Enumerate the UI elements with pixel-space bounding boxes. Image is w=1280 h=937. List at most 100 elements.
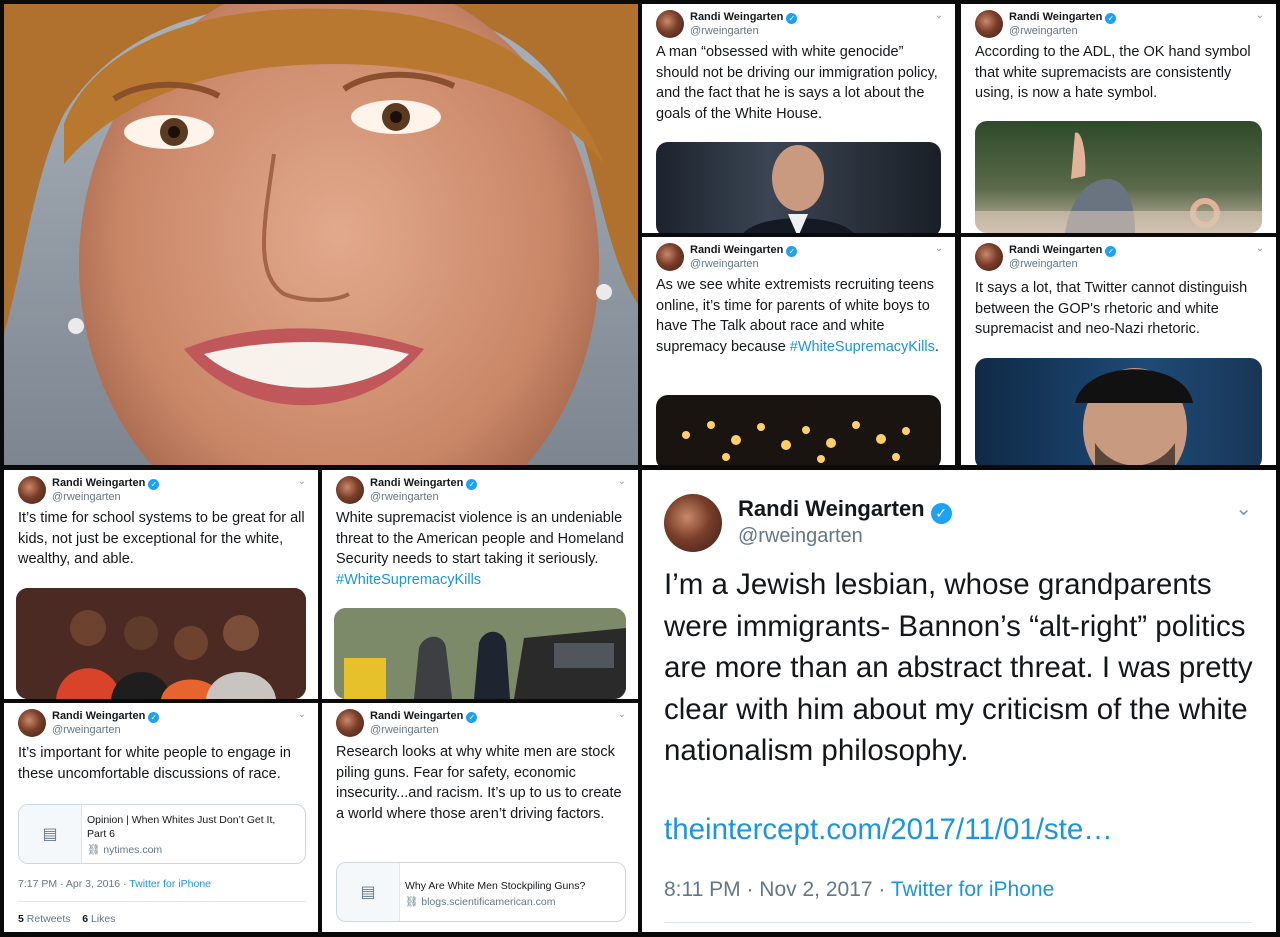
- tweet-card-homeland-security[interactable]: Randi Weingarten ✓ @rweingarten ⌄ White s…: [322, 470, 638, 699]
- chevron-down-icon[interactable]: ⌄: [935, 243, 943, 254]
- card-domain-text: nytimes.com: [103, 844, 163, 856]
- tweet-timestamp[interactable]: 8:11 PM · Nov 2, 2017 ·: [664, 878, 885, 901]
- author-name[interactable]: Randi Weingarten ✓: [690, 244, 798, 257]
- avatar[interactable]: [656, 10, 684, 38]
- chevron-down-icon[interactable]: ⌄: [1235, 496, 1252, 521]
- tweet-source[interactable]: Twitter for iPhone: [891, 878, 1054, 901]
- chevron-down-icon[interactable]: ⌄: [1256, 10, 1264, 21]
- article-card-icon: ▤: [337, 863, 400, 921]
- author-handle[interactable]: @rweingarten: [738, 525, 863, 548]
- tweet-text: Research looks at why white men are stoc…: [336, 744, 622, 822]
- verified-badge-icon: ✓: [1105, 13, 1117, 24]
- avatar[interactable]: [975, 243, 1003, 271]
- tweet-card-twitter-rhetoric[interactable]: Randi Weingarten ✓ @rweingarten ⌄ It says…: [961, 237, 1276, 465]
- avatar[interactable]: [18, 709, 46, 737]
- tweet-header: Randi Weingarten ✓ @rweingarten ⌄: [656, 10, 943, 44]
- tweet-link[interactable]: theintercept.com/2017/11/01/ste…: [664, 813, 1113, 847]
- tweet-image-figure: [1075, 368, 1193, 465]
- tweet-image[interactable]: [334, 608, 626, 699]
- tweet-image-figure: [975, 132, 1262, 233]
- avatar[interactable]: [336, 476, 364, 504]
- author-name[interactable]: Randi Weingarten ✓: [1009, 11, 1117, 24]
- author-name[interactable]: Randi Weingarten ✓: [1009, 244, 1117, 257]
- tweet-header: Randi Weingarten ✓ @rweingarten ⌄: [975, 243, 1264, 277]
- tweet-meta: 8:11 PM · Nov 2, 2017 · Twitter for iPho…: [664, 878, 1054, 902]
- author-handle[interactable]: @rweingarten: [370, 491, 439, 503]
- verified-badge-icon: ✓: [466, 479, 478, 490]
- hashtag-link[interactable]: #WhiteSupremacyKills: [336, 572, 481, 588]
- author-name-text: Randi Weingarten: [370, 710, 464, 722]
- tweet-text: According to the ADL, the OK hand symbol…: [975, 44, 1251, 101]
- tweet-card-ok-hand[interactable]: Randi Weingarten ✓ @rweingarten ⌄ Accordi…: [961, 4, 1276, 233]
- verified-badge-icon: ✓: [1105, 246, 1117, 257]
- author-name[interactable]: Randi Weingarten ✓: [52, 477, 160, 490]
- tweet-image-figure: [334, 608, 626, 699]
- tweet-card-discussions-of-race[interactable]: Randi Weingarten ✓ @rweingarten ⌄ It’s im…: [4, 703, 318, 932]
- author-handle[interactable]: @rweingarten: [1009, 258, 1078, 270]
- tweet-image[interactable]: [656, 395, 941, 465]
- tweet-card-guns[interactable]: Randi Weingarten ✓ @rweingarten ⌄ Researc…: [322, 703, 638, 932]
- tweet-image[interactable]: [975, 121, 1262, 233]
- like-number: 6: [82, 913, 89, 925]
- avatar[interactable]: [664, 494, 722, 552]
- tweet-header: Randi Weingarten ✓ @rweingarten ⌄: [18, 476, 306, 510]
- tweet-image[interactable]: [656, 142, 941, 233]
- author-handle[interactable]: @rweingarten: [52, 491, 121, 503]
- chevron-down-icon[interactable]: ⌄: [618, 709, 626, 720]
- tweet-text: White supremacist violence is an undenia…: [336, 508, 628, 590]
- portrait-photo: [4, 4, 638, 465]
- author-name-text: Randi Weingarten: [690, 11, 784, 23]
- retweet-count[interactable]: 5 Retweets: [18, 913, 71, 925]
- verified-badge-icon: ✓: [466, 712, 478, 723]
- author-name-text: Randi Weingarten: [52, 477, 146, 489]
- author-name[interactable]: Randi Weingarten ✓: [370, 477, 478, 490]
- link-card[interactable]: ▤ Opinion | When Whites Just Don’t Get I…: [18, 804, 306, 864]
- tweet-text: It’s time for school systems to be great…: [18, 510, 305, 567]
- author-name[interactable]: Randi Weingarten ✓: [738, 496, 952, 524]
- divider: [664, 922, 1252, 923]
- avatar[interactable]: [975, 10, 1003, 38]
- tweet-source[interactable]: Twitter for iPhone: [129, 878, 211, 890]
- tweet-text: It’s important for white people to engag…: [18, 745, 291, 782]
- chevron-down-icon[interactable]: ⌄: [935, 10, 943, 21]
- tweet-image[interactable]: [16, 588, 306, 699]
- chevron-down-icon[interactable]: ⌄: [298, 476, 306, 487]
- chevron-down-icon[interactable]: ⌄: [618, 476, 626, 487]
- tweet-card-the-talk[interactable]: Randi Weingarten ✓ @rweingarten ⌄ As we s…: [642, 237, 955, 465]
- author-handle[interactable]: @rweingarten: [690, 258, 759, 270]
- tweet-timestamp[interactable]: 7:17 PM · Apr 3, 2016 ·: [18, 878, 127, 890]
- avatar[interactable]: [336, 709, 364, 737]
- tweet-text-tail: .: [934, 338, 939, 355]
- tweet-card-immigration[interactable]: Randi Weingarten ✓ @rweingarten ⌄ A man “…: [642, 4, 955, 233]
- verified-badge-icon: ✓: [148, 479, 160, 490]
- author-handle[interactable]: @rweingarten: [690, 25, 759, 37]
- author-handle[interactable]: @rweingarten: [52, 724, 121, 736]
- author-name-text: Randi Weingarten: [52, 710, 146, 722]
- tweet-text: As we see white extremists recruiting te…: [656, 275, 945, 357]
- card-domain: ⛓ nytimes.com: [87, 843, 162, 856]
- author-handle[interactable]: @rweingarten: [370, 724, 439, 736]
- tweet-image[interactable]: [975, 358, 1262, 465]
- author-name[interactable]: Randi Weingarten ✓: [52, 710, 160, 723]
- avatar[interactable]: [18, 476, 46, 504]
- link-card[interactable]: ▤ Why Are White Men Stockpiling Guns? ⛓ …: [336, 862, 626, 922]
- author-name[interactable]: Randi Weingarten ✓: [690, 11, 798, 24]
- tweet-text: A man “obsessed with white genocide” sho…: [656, 44, 938, 122]
- hashtag-link[interactable]: #WhiteSupremacyKills: [790, 339, 935, 355]
- chevron-down-icon[interactable]: ⌄: [1256, 243, 1264, 254]
- card-title: Opinion | When Whites Just Don’t Get It,…: [87, 814, 276, 840]
- tweet-card-school-systems[interactable]: Randi Weingarten ✓ @rweingarten ⌄ It’s ti…: [4, 470, 318, 699]
- tweet-text: I’m a Jewish lesbian, whose grandparents…: [664, 568, 1253, 767]
- tweet-card-bannon[interactable]: Randi Weingarten ✓ @rweingarten ⌄ I’m a J…: [642, 470, 1276, 932]
- tweet-header: Randi Weingarten ✓ @rweingarten ⌄: [18, 709, 306, 743]
- tweet-header: Randi Weingarten ✓ @rweingarten ⌄: [656, 243, 943, 277]
- avatar[interactable]: [656, 243, 684, 271]
- author-handle[interactable]: @rweingarten: [1009, 25, 1078, 37]
- tweet-stats: 5 Retweets 6 Likes: [18, 913, 116, 925]
- like-count[interactable]: 6 Likes: [82, 913, 115, 925]
- tweet-text-body: White supremacist violence is an undenia…: [336, 510, 624, 567]
- verified-badge-icon: ✓: [786, 246, 798, 257]
- author-name[interactable]: Randi Weingarten ✓: [370, 710, 478, 723]
- chevron-down-icon[interactable]: ⌄: [298, 709, 306, 720]
- link-icon: ⛓: [405, 896, 422, 908]
